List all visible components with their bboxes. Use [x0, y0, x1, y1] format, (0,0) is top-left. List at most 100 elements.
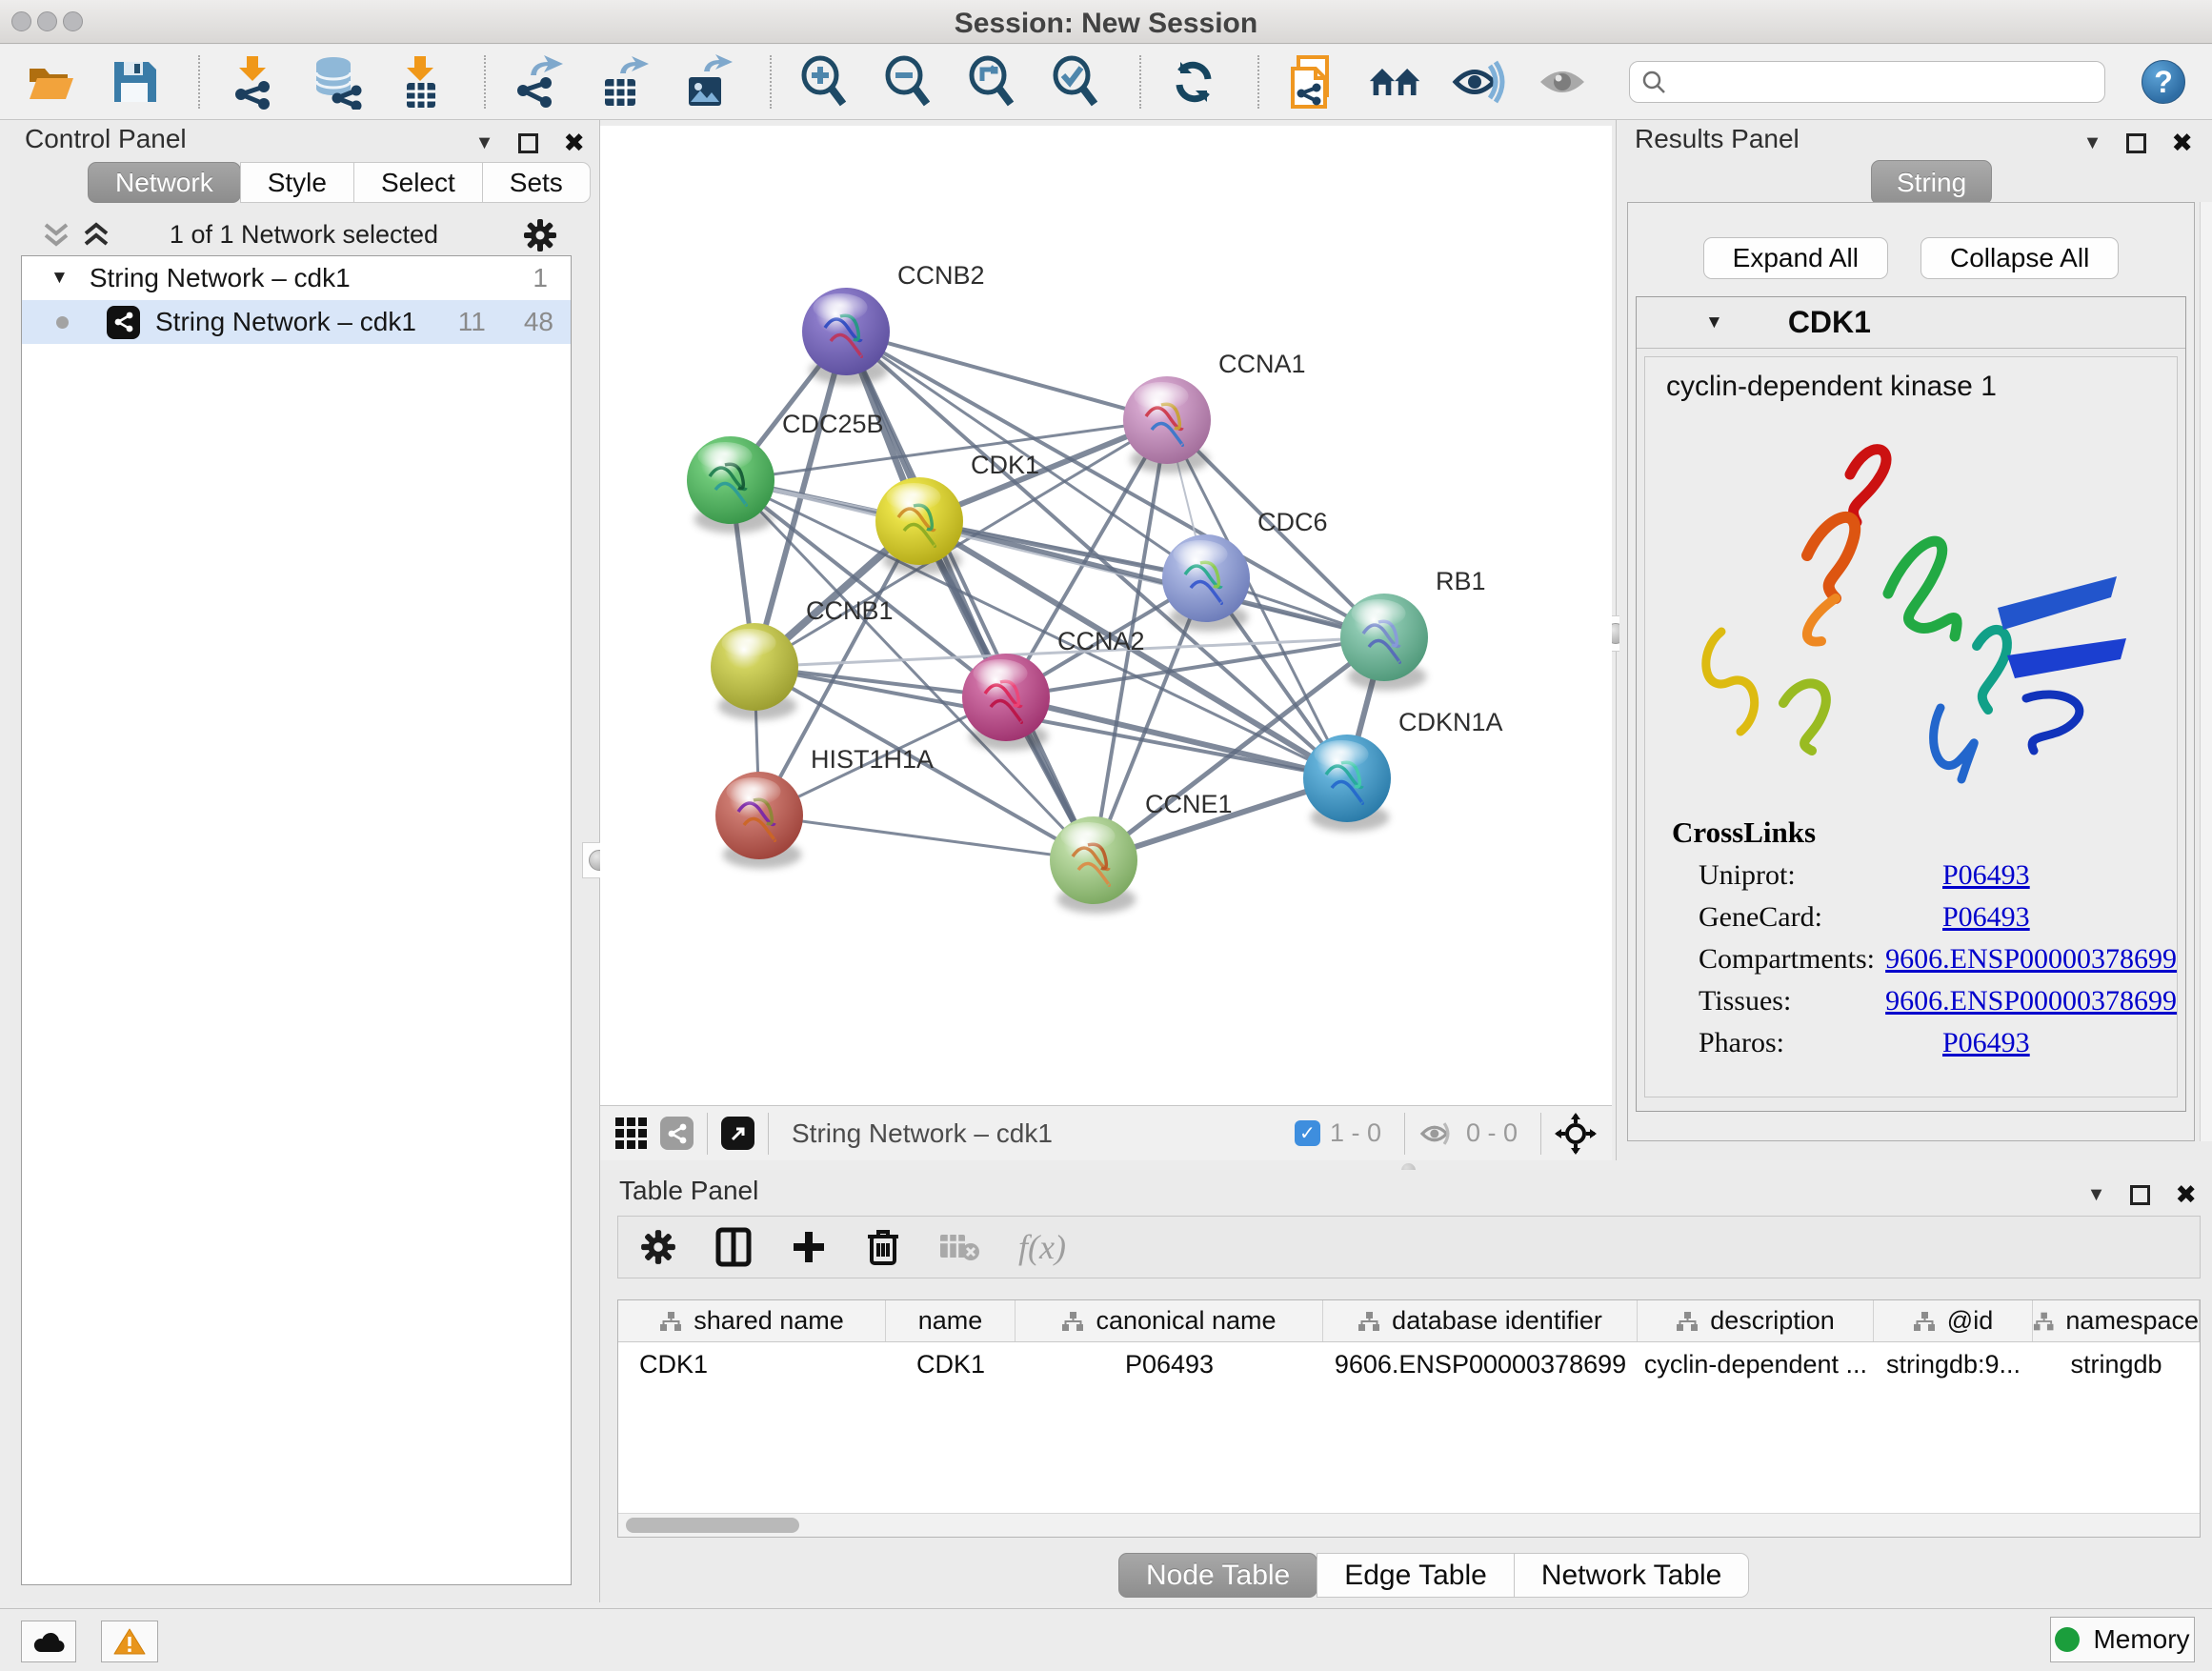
gene-section-header[interactable]: ▼ CDK1	[1637, 297, 2185, 349]
panel-float-icon[interactable]	[518, 133, 538, 153]
network-options-gear-icon[interactable]	[522, 217, 558, 253]
open-session-button[interactable]	[23, 54, 78, 110]
control-panel-title: Control Panel	[25, 124, 187, 153]
panel-close-icon[interactable]: ✖	[2171, 131, 2193, 156]
network-canvas[interactable]: CCNB2CCNA1CDC25BCDK1CDC6RB1CCNB1CCNA2CDK…	[600, 126, 1612, 1105]
panel-menu-icon[interactable]: ▼	[2087, 1184, 2106, 1206]
table-cell[interactable]: stringdb:9...	[1874, 1350, 2033, 1379]
tab-string[interactable]: String	[1871, 160, 1992, 205]
crosslink-label: Compartments:	[1699, 943, 1885, 976]
collection-expand-icon[interactable]: ▼	[50, 268, 69, 289]
detach-view-icon[interactable]	[721, 1117, 754, 1150]
crosslink-value-link[interactable]: 9606.ENSP00000378699	[1885, 943, 2177, 976]
panel-menu-icon[interactable]: ▼	[2083, 132, 2102, 154]
crosslink-value-link[interactable]: P06493	[1942, 901, 2030, 934]
tab-style[interactable]: Style	[240, 162, 354, 203]
network-node-CDC25B[interactable]	[687, 436, 774, 534]
add-column-icon[interactable]	[790, 1228, 828, 1266]
column-header-description[interactable]: description	[1638, 1300, 1874, 1341]
zoom-in-button[interactable]	[796, 54, 852, 110]
panel-float-icon[interactable]	[2130, 1185, 2150, 1205]
network-node-CDKN1A[interactable]	[1303, 735, 1391, 832]
network-node-RB1[interactable]	[1340, 594, 1428, 691]
network-edge[interactable]	[1006, 697, 1347, 778]
table-cell[interactable]: CDK1	[886, 1350, 1016, 1379]
network-node-CDK1[interactable]	[875, 477, 963, 574]
show-columns-icon[interactable]	[715, 1227, 752, 1267]
network-node-CCNB1[interactable]	[711, 623, 798, 720]
network-node-CDC6[interactable]	[1162, 534, 1250, 632]
export-table-button[interactable]	[594, 54, 650, 110]
crosslink-value-link[interactable]: P06493	[1942, 859, 2030, 892]
hide-selected-button[interactable]	[1452, 54, 1507, 110]
warnings-button[interactable]	[101, 1621, 158, 1662]
network-node-HIST1H1A[interactable]	[715, 772, 803, 869]
show-all-button[interactable]	[1536, 54, 1591, 110]
panel-float-icon[interactable]	[2126, 133, 2146, 153]
column-header-databaseidentifier[interactable]: database identifier	[1323, 1300, 1638, 1341]
network-collection-row[interactable]: ▼ String Network – cdk1 1	[22, 256, 571, 300]
tab-node-table[interactable]: Node Table	[1118, 1553, 1317, 1598]
column-header-name[interactable]: name	[886, 1300, 1016, 1341]
table-cell[interactable]: stringdb	[2033, 1350, 2200, 1379]
save-session-button[interactable]	[107, 54, 162, 110]
zoom-fit-button[interactable]	[964, 54, 1019, 110]
tab-sets[interactable]: Sets	[482, 162, 591, 203]
column-header-id[interactable]: @id	[1874, 1300, 2033, 1341]
import-network-button[interactable]	[225, 54, 280, 110]
network-overview-button[interactable]	[1368, 54, 1423, 110]
birdseye-crosshair-icon[interactable]	[1555, 1113, 1597, 1155]
table-cell[interactable]: 9606.ENSP00000378699	[1323, 1350, 1638, 1379]
zoom-out-button[interactable]	[880, 54, 935, 110]
network-row-selected[interactable]: String Network – cdk1 11 48	[22, 300, 571, 344]
export-network-button[interactable]	[511, 54, 566, 110]
string-style-icon[interactable]	[660, 1117, 694, 1150]
delete-column-icon[interactable]	[866, 1227, 900, 1267]
tab-network[interactable]: Network	[88, 162, 241, 203]
crosslink-value-link[interactable]: 9606.ENSP00000378699	[1885, 985, 2177, 1017]
export-image-button[interactable]	[678, 54, 734, 110]
results-scrollbar[interactable]	[2200, 202, 2212, 1141]
selected-nodes-checkbox[interactable]: ✓	[1295, 1120, 1320, 1146]
tab-select[interactable]: Select	[353, 162, 483, 203]
table-cell[interactable]: CDK1	[618, 1350, 886, 1379]
hidden-counts: 0 - 0	[1466, 1118, 1518, 1148]
tab-edge-table[interactable]: Edge Table	[1317, 1553, 1515, 1598]
column-header-sharedname[interactable]: shared name	[618, 1300, 886, 1341]
import-network-from-database-button[interactable]	[309, 54, 364, 110]
results-panel: Results Panel ▼ ✖ String Expand All Coll…	[1619, 120, 2212, 1160]
panel-menu-icon[interactable]: ▼	[475, 132, 494, 154]
network-edge[interactable]	[919, 521, 1384, 637]
column-header-namespace[interactable]: namespace	[2033, 1300, 2200, 1341]
table-cell[interactable]: cyclin-dependent ...	[1638, 1350, 1874, 1379]
table-row[interactable]: CDK1CDK1P064939606.ENSP00000378699cyclin…	[618, 1342, 2200, 1386]
table-cell[interactable]: P06493	[1016, 1350, 1323, 1379]
crosslink-value-link[interactable]: P06493	[1942, 1027, 2030, 1059]
grid-view-icon[interactable]	[615, 1117, 647, 1149]
gene-expand-icon[interactable]: ▼	[1705, 312, 1723, 333]
import-table-button[interactable]	[392, 54, 448, 110]
memory-button[interactable]: Memory	[2050, 1617, 2195, 1662]
tab-network-table[interactable]: Network Table	[1514, 1553, 1750, 1598]
collapse-all-button[interactable]: Collapse All	[1920, 237, 2119, 279]
network-node-CCNB2[interactable]	[802, 288, 890, 385]
table-horizontal-scrollbar[interactable]	[618, 1513, 2200, 1537]
duplicate-network-button[interactable]	[1284, 54, 1339, 110]
network-list: ▼ String Network – cdk1 1 String Network…	[21, 255, 572, 1585]
panel-close-icon[interactable]: ✖	[563, 131, 585, 156]
search-field[interactable]	[1629, 61, 2105, 103]
help-button[interactable]: ?	[2142, 60, 2185, 104]
column-header-canonicalname[interactable]: canonical name	[1016, 1300, 1323, 1341]
network-node-CCNE1[interactable]	[1050, 816, 1137, 914]
title-bar: Session: New Session	[0, 0, 2212, 44]
table-options-gear-icon[interactable]	[639, 1228, 677, 1266]
network-node-CCNA1[interactable]	[1123, 376, 1211, 473]
panel-close-icon[interactable]: ✖	[2175, 1182, 2197, 1208]
cloud-status-button[interactable]	[21, 1621, 76, 1662]
refresh-view-button[interactable]	[1166, 54, 1221, 110]
network-node-CCNA2[interactable]	[962, 654, 1050, 751]
network-edge[interactable]	[759, 815, 1094, 860]
search-input[interactable]	[1676, 67, 2093, 98]
zoom-selected-button[interactable]	[1048, 54, 1103, 110]
expand-all-button[interactable]: Expand All	[1703, 237, 1888, 279]
